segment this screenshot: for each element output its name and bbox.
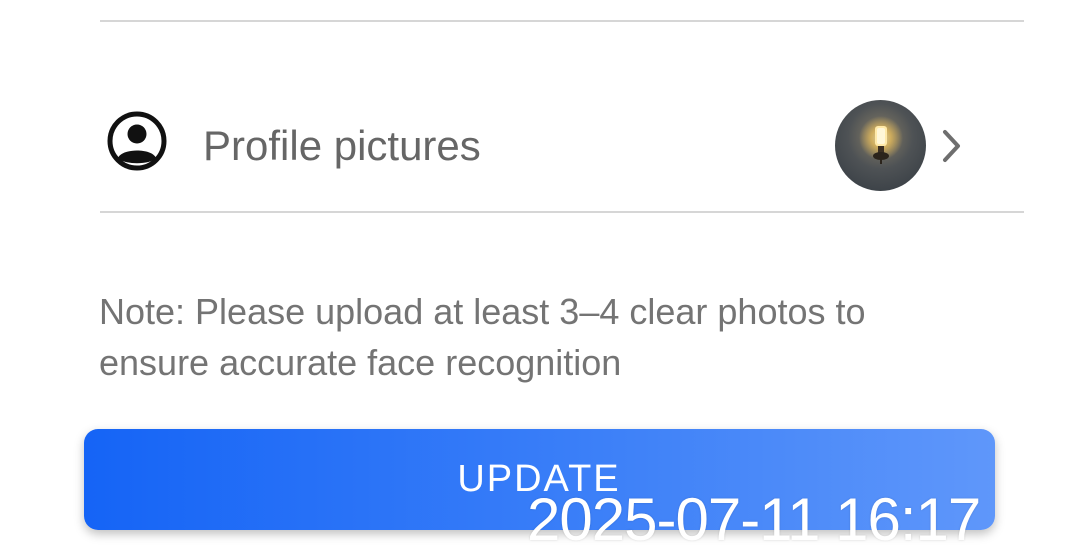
bottom-divider [100,211,1024,213]
photo-timestamp-overlay: 2025-07-11 16:17 [527,486,981,553]
profile-avatar[interactable] [835,100,926,191]
profile-pictures-label: Profile pictures [203,122,481,169]
account-circle-icon [107,111,167,171]
profile-pictures-row[interactable]: Profile pictures [100,90,980,200]
upload-note: Note: Please upload at least 3–4 clear p… [99,291,866,383]
chevron-right-icon [943,130,960,162]
avatar-lamp-image [835,100,926,191]
top-divider [100,20,1024,22]
profile-settings-page: Profile pictures Note: Please upload at … [0,0,1080,556]
